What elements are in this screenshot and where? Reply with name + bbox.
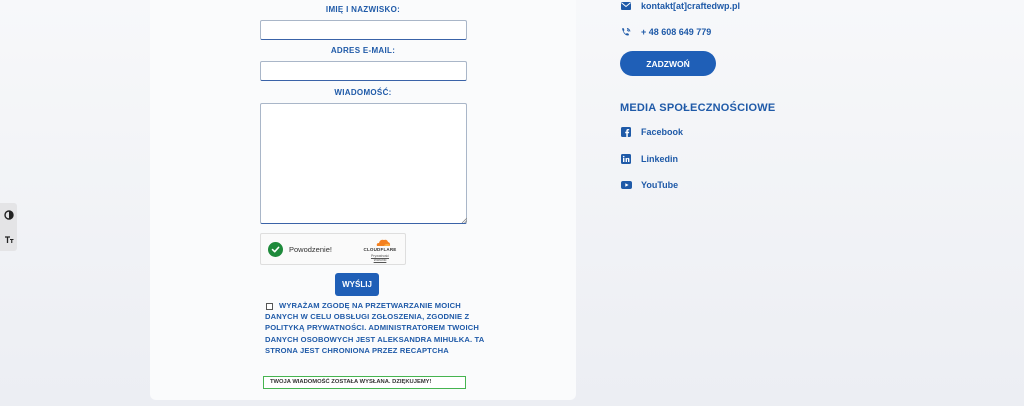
cloud-icon	[376, 239, 391, 246]
consent-text: WYRAŻAM ZGODĘ NA PRZETWARZANIE MOICH DAN…	[265, 301, 485, 355]
phone-contact: + 48 608 649 779	[620, 26, 711, 38]
social-item-youtube[interactable]: YouTube	[620, 179, 678, 191]
success-message: TWOJA WIADOMOŚĆ ZOSTAŁA WYSŁANA. DZIĘKUJ…	[263, 376, 466, 389]
social-label: Facebook	[641, 127, 684, 137]
accessibility-toolbar	[0, 203, 17, 251]
text-size-icon	[4, 236, 13, 243]
contact-form: IMIĘ I NAZWISKO: ADRES E-MAIL: WIADOMOŚĆ…	[150, 0, 576, 400]
captcha-widget: Powodzenie! CLOUDFLARE Prywatność Warunk…	[260, 233, 406, 265]
contrast-icon	[3, 210, 14, 220]
text-size-button[interactable]	[0, 228, 17, 250]
resize-handle-icon[interactable]	[461, 217, 467, 223]
cloudflare-logo: CLOUDFLARE Prywatność Warunki	[359, 237, 401, 263]
email-input[interactable]	[260, 61, 467, 81]
social-item-linkedin[interactable]: Linkedin	[620, 153, 678, 165]
envelope-icon	[620, 0, 632, 12]
contact-page: IMIĘ I NAZWISKO: ADRES E-MAIL: WIADOMOŚĆ…	[0, 0, 1024, 406]
phone-number[interactable]: + 48 608 649 779	[641, 27, 711, 37]
linkedin-icon	[620, 153, 632, 165]
message-textarea[interactable]	[260, 103, 467, 224]
social-label: YouTube	[641, 180, 679, 190]
email-link[interactable]: kontakt[at]craftedwp.pl	[641, 1, 740, 11]
call-button[interactable]: ZADZWOŃ	[620, 51, 716, 76]
facebook-icon	[620, 126, 632, 138]
social-heading: MEDIA SPOŁECZNOŚCIOWE	[620, 102, 776, 114]
email-contact: kontakt[at]craftedwp.pl	[620, 0, 740, 12]
social-label: Linkedin	[641, 154, 679, 164]
submit-button[interactable]: WYŚLIJ	[335, 273, 379, 296]
captcha-status: Powodzenie!	[289, 245, 332, 254]
name-label: IMIĘ I NAZWISKO:	[325, 5, 401, 14]
terms-link[interactable]: Warunki	[374, 258, 387, 262]
phone-icon	[620, 26, 632, 38]
message-label: WIADOMOŚĆ:	[334, 88, 392, 97]
name-input[interactable]	[260, 20, 467, 40]
youtube-icon	[620, 179, 632, 191]
email-label: ADRES E-MAIL:	[330, 46, 396, 55]
checkmark-icon	[268, 242, 283, 257]
contrast-toggle-button[interactable]	[0, 204, 17, 226]
social-item-facebook[interactable]: Facebook	[620, 126, 683, 138]
